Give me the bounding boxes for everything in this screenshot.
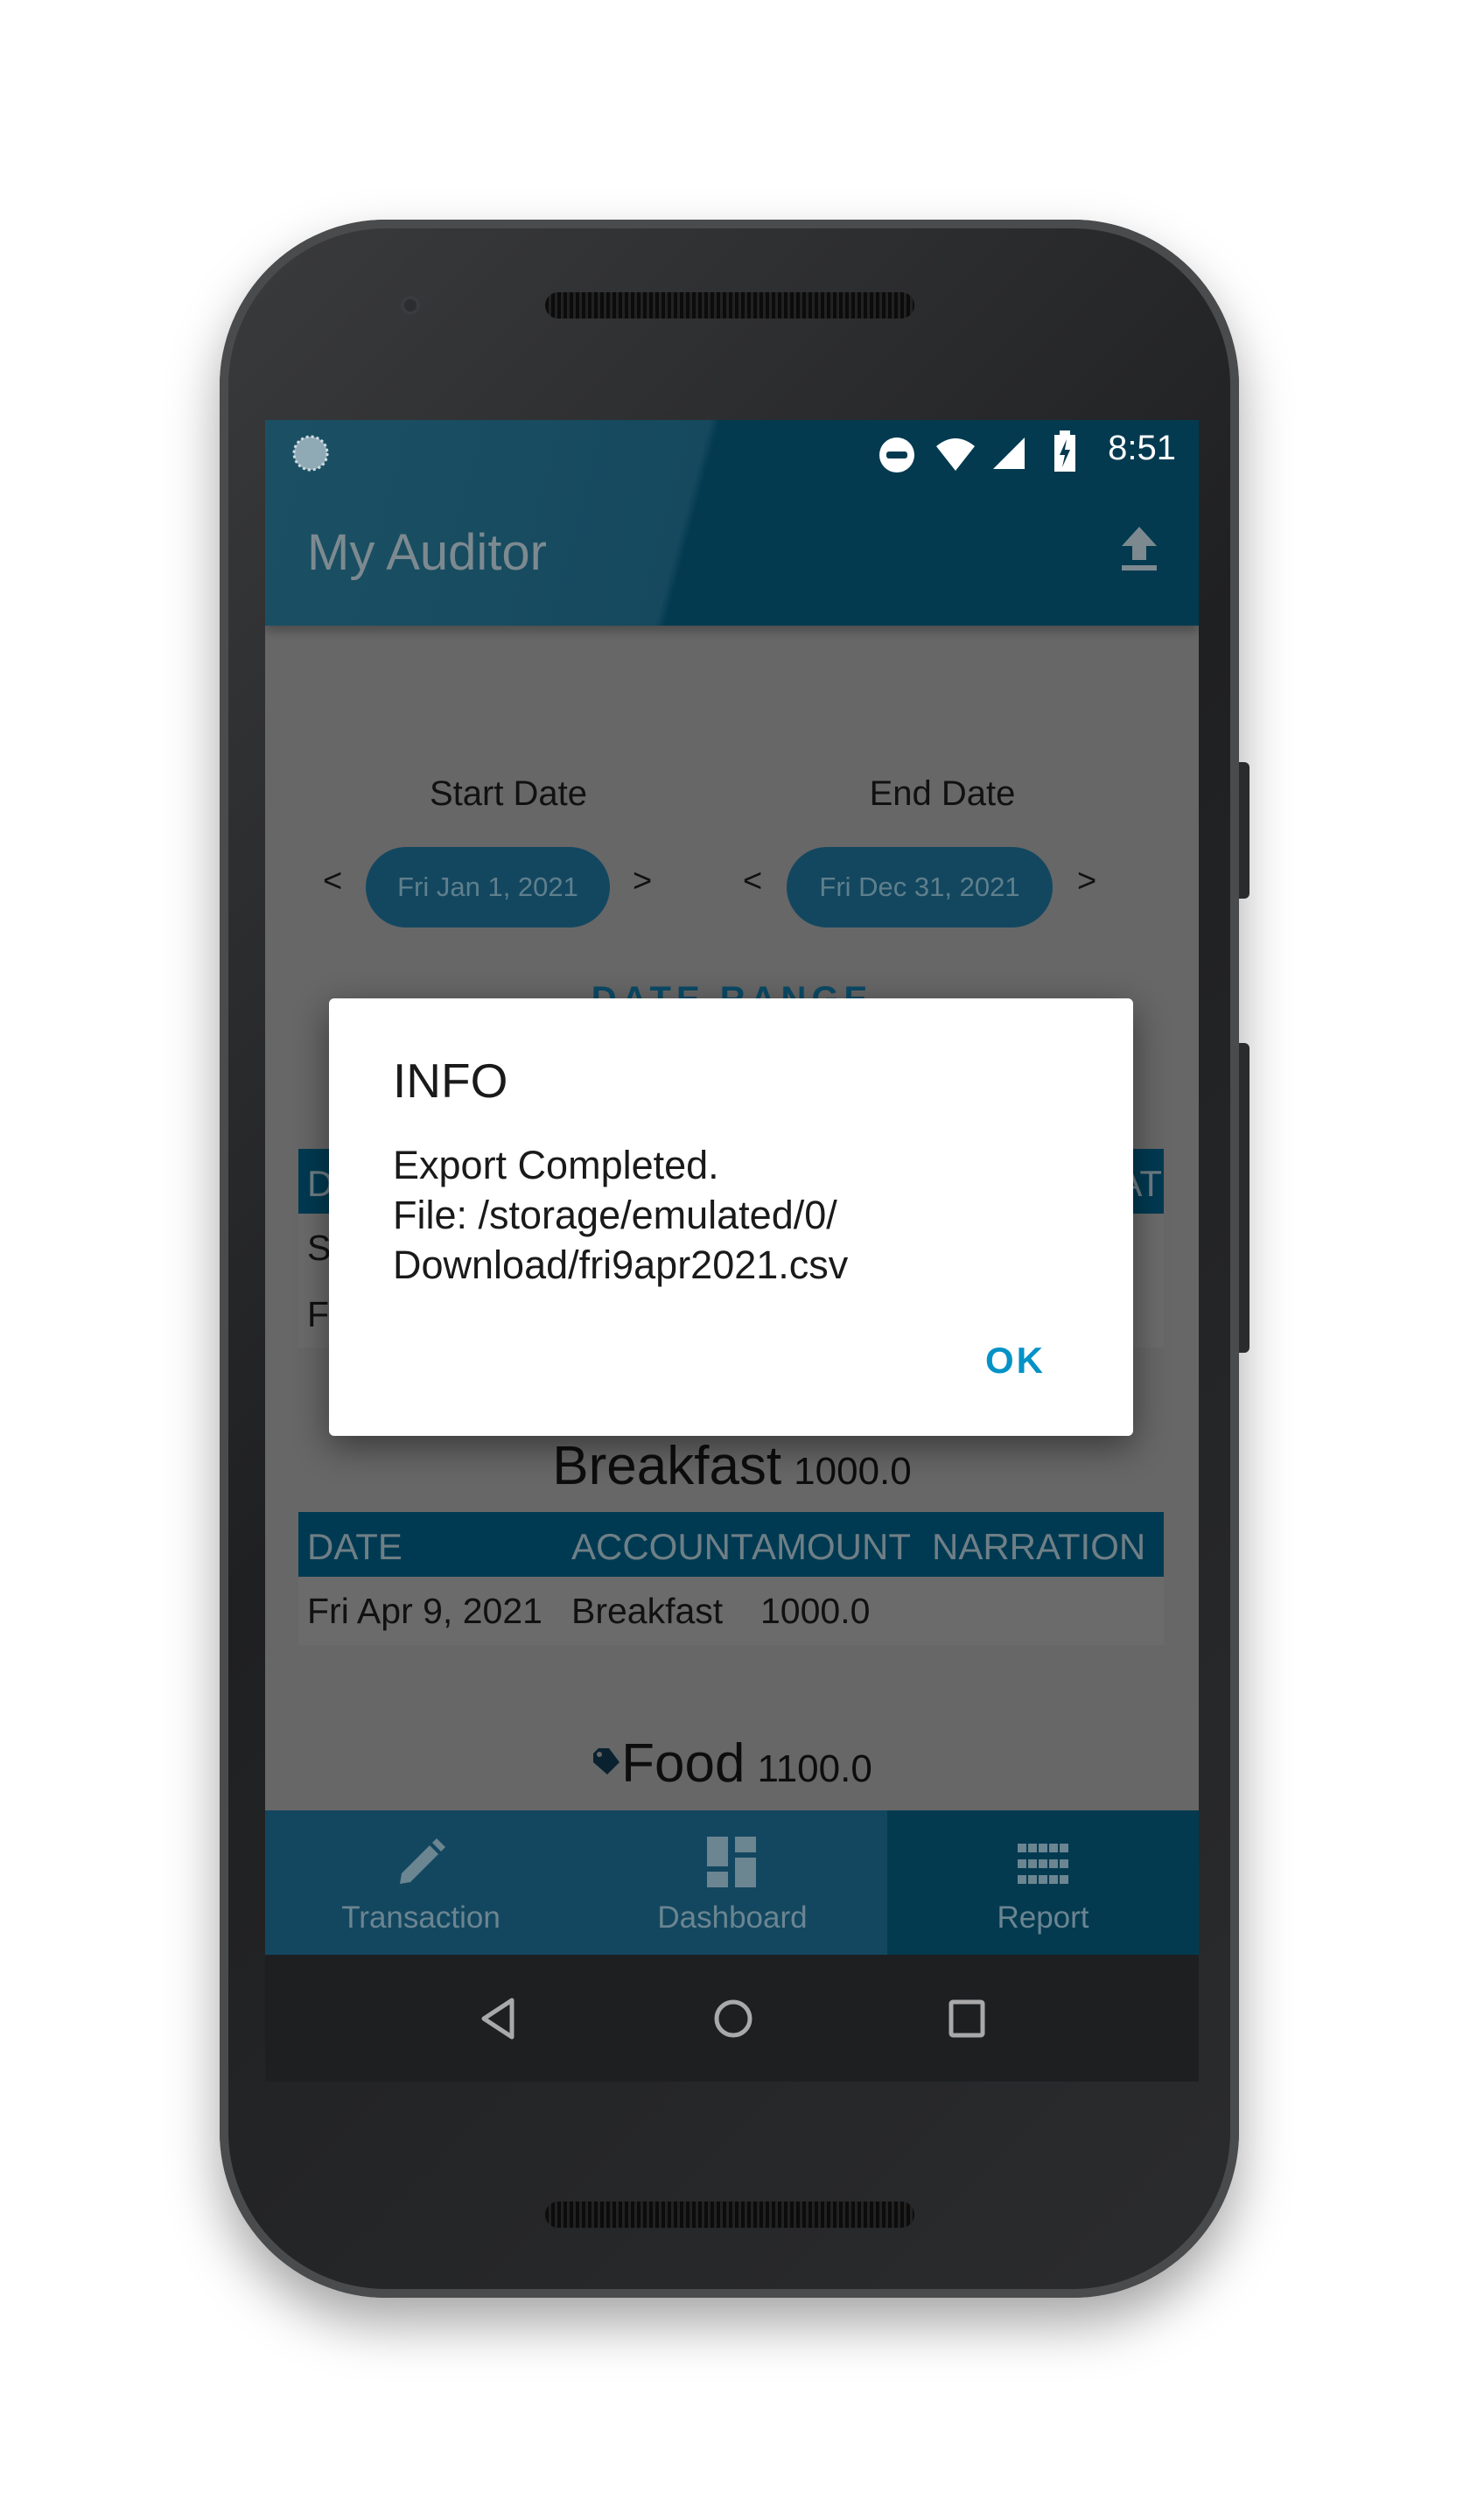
sync-icon bbox=[292, 435, 329, 472]
start-next-button[interactable]: > bbox=[633, 863, 652, 900]
date-range-title: DATE RANGE bbox=[591, 980, 873, 999]
tab-report[interactable]: Report bbox=[887, 1810, 1199, 1955]
system-navigation-bar bbox=[265, 1955, 1199, 2082]
tag-icon bbox=[593, 1748, 620, 1774]
home-icon[interactable] bbox=[712, 1997, 754, 2040]
volume-button bbox=[1239, 1043, 1250, 1353]
end-date-picker[interactable]: Fri Dec 31, 2021 bbox=[787, 847, 1053, 928]
app-bar: 8:51 My Auditor bbox=[265, 420, 1199, 626]
tab-label: Dashboard bbox=[657, 1900, 808, 1935]
recents-icon[interactable] bbox=[948, 1998, 986, 2039]
table-row[interactable]: Fri Apr 9, 2021 Breakfast 1000.0 bbox=[298, 1577, 1164, 1645]
start-prev-button[interactable]: < bbox=[323, 863, 342, 900]
tab-label: Report bbox=[997, 1900, 1089, 1935]
tab-label: Transaction bbox=[341, 1900, 500, 1935]
tab-dashboard[interactable]: Dashboard bbox=[577, 1810, 888, 1955]
category-total: 1100.0 bbox=[757, 1747, 872, 1790]
bottom-navigation: Transaction Dashboard Report bbox=[265, 1810, 1199, 1955]
dialog-message-line: Export Completed. bbox=[393, 1143, 719, 1187]
cell-date: Fri Apr 9, 2021 bbox=[307, 1591, 542, 1631]
end-next-button[interactable]: > bbox=[1077, 863, 1096, 900]
category-name: Food bbox=[621, 1733, 746, 1794]
dialog-message-line: Download/fri9apr2021.csv bbox=[393, 1242, 849, 1287]
upload-icon[interactable] bbox=[1118, 525, 1160, 572]
column-header-date: DATE bbox=[307, 1526, 402, 1567]
front-camera bbox=[401, 296, 420, 315]
info-dialog: INFO Export Completed. File: /storage/em… bbox=[329, 998, 1133, 1436]
ok-button[interactable]: OK bbox=[985, 1340, 1046, 1382]
column-header-account: ACCOUNT bbox=[571, 1526, 753, 1567]
dialog-message-line: File: /storage/emulated/0/ bbox=[393, 1193, 837, 1237]
battery-charging-icon bbox=[1054, 430, 1075, 472]
cell-amount: 1000.0 bbox=[760, 1591, 871, 1631]
column-header-narration: NARRATION bbox=[932, 1526, 1146, 1567]
table-cell: F bbox=[307, 1294, 330, 1334]
grid-icon bbox=[1018, 1844, 1068, 1884]
wifi-icon bbox=[936, 438, 975, 471]
end-date-label: End Date bbox=[869, 774, 1016, 813]
dashboard-icon bbox=[707, 1837, 756, 1887]
bottom-speaker bbox=[545, 2202, 914, 2228]
start-date-label: Start Date bbox=[429, 774, 588, 813]
end-prev-button[interactable]: < bbox=[743, 863, 762, 900]
category-total: 1000.0 bbox=[794, 1450, 912, 1493]
category-heading-breakfast: Breakfast 1000.0 bbox=[265, 1435, 1199, 1497]
start-date-picker[interactable]: Fri Jan 1, 2021 bbox=[366, 847, 610, 928]
do-not-disturb-icon bbox=[879, 438, 914, 472]
cell-account: Breakfast bbox=[571, 1591, 724, 1631]
clock: 8:51 bbox=[1108, 429, 1176, 467]
back-icon[interactable] bbox=[479, 1997, 517, 2040]
app-title: My Auditor bbox=[307, 524, 547, 581]
category-heading-food: Food 1100.0 bbox=[265, 1732, 1199, 1795]
table-header: DATE ACCOUNT AMOUNT NARRATION bbox=[298, 1512, 1164, 1577]
table-cell: S bbox=[307, 1228, 332, 1268]
status-bar: 8:51 bbox=[265, 420, 1199, 481]
top-speaker bbox=[545, 292, 914, 318]
tab-transaction[interactable]: Transaction bbox=[265, 1810, 577, 1955]
dialog-message: Export Completed. File: /storage/emulate… bbox=[393, 1140, 848, 1290]
power-button bbox=[1239, 762, 1250, 899]
pencil-icon bbox=[400, 1838, 445, 1884]
category-name: Breakfast bbox=[552, 1436, 782, 1496]
dialog-title: INFO bbox=[393, 1054, 508, 1108]
column-header-amount: AMOUNT bbox=[752, 1526, 911, 1567]
signal-icon bbox=[993, 438, 1025, 469]
